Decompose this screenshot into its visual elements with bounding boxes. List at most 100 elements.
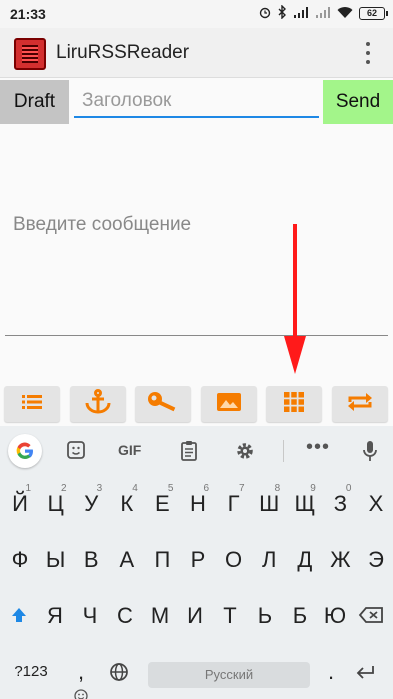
key-label: Ц	[47, 491, 64, 516]
shift-key[interactable]	[0, 592, 38, 640]
key[interactable]: Н6	[179, 480, 217, 528]
key-label: О	[225, 547, 243, 572]
microphone-icon[interactable]	[362, 440, 378, 467]
keyboard-row-3: ЯЧСМИТЬБЮ	[0, 592, 393, 648]
key[interactable]: З0	[321, 480, 359, 528]
grid-button[interactable]	[266, 386, 322, 422]
image-icon	[215, 391, 243, 418]
screen: 21:33 62 LiruRSSReader Draft Заголовок S…	[0, 0, 393, 699]
formatting-toolbar	[0, 386, 393, 424]
message-input[interactable]	[5, 206, 388, 336]
key[interactable]: Ш8	[250, 480, 288, 528]
key[interactable]: П	[143, 536, 181, 584]
key[interactable]: Ь	[246, 592, 284, 640]
key[interactable]: Ю	[316, 592, 354, 640]
key[interactable]: Э	[357, 536, 393, 584]
battery-icon: 62	[359, 7, 388, 20]
key[interactable]: Ж	[321, 536, 359, 584]
key-hint: 9	[310, 483, 316, 494]
repeat-button[interactable]	[332, 386, 388, 422]
key[interactable]: С	[106, 592, 144, 640]
overflow-menu-icon[interactable]	[365, 42, 371, 64]
key-label: Ш	[259, 491, 280, 516]
key[interactable]: Ф	[1, 536, 39, 584]
key-label: Е	[155, 491, 170, 516]
keyboard-row-4: ?123 , Русский .	[0, 648, 393, 699]
anchor-icon	[84, 388, 112, 420]
key-label: К	[120, 491, 134, 516]
key-label: Б	[292, 603, 308, 628]
key[interactable]: Л	[250, 536, 288, 584]
title-input[interactable]	[74, 86, 319, 118]
repeat-icon	[345, 390, 375, 419]
key[interactable]: Т	[211, 592, 249, 640]
key[interactable]: И	[176, 592, 214, 640]
key-label: В	[83, 547, 99, 572]
red-arrow-icon	[284, 224, 306, 374]
key[interactable]: А	[108, 536, 146, 584]
sticker-icon[interactable]	[66, 440, 86, 465]
key[interactable]: Ы	[37, 536, 75, 584]
app-bar: LiruRSSReader	[0, 28, 393, 78]
key[interactable]: Щ9	[286, 480, 324, 528]
key[interactable]: Р	[179, 536, 217, 584]
key-button[interactable]	[135, 386, 191, 422]
signal-icon-2	[315, 6, 331, 22]
key-hint: 0	[345, 483, 352, 494]
list-button[interactable]	[4, 386, 60, 422]
key-label: Щ	[294, 491, 316, 516]
key-label: Х	[368, 491, 384, 516]
send-button[interactable]: Send	[323, 80, 393, 124]
wifi-icon	[337, 6, 353, 22]
key[interactable]: Б	[281, 592, 319, 640]
key-label: Л	[261, 547, 277, 572]
key-label: М	[150, 603, 170, 628]
key[interactable]: Й1	[1, 480, 39, 528]
gif-button[interactable]: GIF	[118, 442, 141, 458]
key[interactable]: Д	[286, 536, 324, 584]
draft-button[interactable]: Draft	[0, 80, 69, 124]
key-label: Г	[227, 491, 240, 516]
key-hint: 7	[239, 483, 245, 494]
alarm-icon	[259, 6, 271, 22]
key-icon	[147, 390, 179, 419]
clipboard-icon[interactable]	[180, 440, 198, 467]
backspace-key[interactable]	[352, 592, 390, 640]
key-label: Н	[190, 491, 206, 516]
compose-header: Draft Send	[0, 80, 393, 124]
key[interactable]: В	[72, 536, 110, 584]
more-icon[interactable]: •••	[306, 436, 330, 459]
key-hint: 2	[61, 483, 67, 494]
key-label: Ю	[323, 603, 347, 628]
key-label: Й	[12, 491, 28, 516]
enter-key[interactable]	[346, 648, 384, 696]
key[interactable]: У3	[72, 480, 110, 528]
key[interactable]: Е5	[143, 480, 181, 528]
key-hint: 3	[96, 483, 103, 494]
key[interactable]: Я	[36, 592, 74, 640]
space-bar[interactable]: Русский	[148, 662, 310, 688]
key[interactable]: Г7	[215, 480, 253, 528]
key-label: Р	[190, 547, 206, 572]
google-icon[interactable]	[8, 434, 42, 468]
emoji-icon	[74, 672, 88, 699]
period-key[interactable]: .	[312, 648, 350, 696]
key-label: Ы	[45, 547, 66, 572]
key-label: Т	[223, 603, 237, 628]
key-label: П	[154, 547, 171, 572]
anchor-button[interactable]	[70, 386, 126, 422]
comma-key[interactable]: ,	[62, 648, 100, 699]
gear-icon[interactable]	[234, 440, 256, 467]
key[interactable]: Ц2	[37, 480, 75, 528]
key-label: З	[333, 491, 348, 516]
symbols-key[interactable]: ?123	[8, 648, 54, 696]
list-icon	[20, 392, 44, 417]
key[interactable]: О	[215, 536, 253, 584]
key[interactable]: К4	[108, 480, 146, 528]
key[interactable]: Ч	[71, 592, 109, 640]
globe-icon[interactable]	[100, 648, 138, 696]
image-button[interactable]	[201, 386, 257, 422]
key[interactable]: Х	[357, 480, 393, 528]
keyboard-row-2: ФЫВАПРОЛДЖЭ	[0, 536, 393, 592]
key[interactable]: М	[141, 592, 179, 640]
